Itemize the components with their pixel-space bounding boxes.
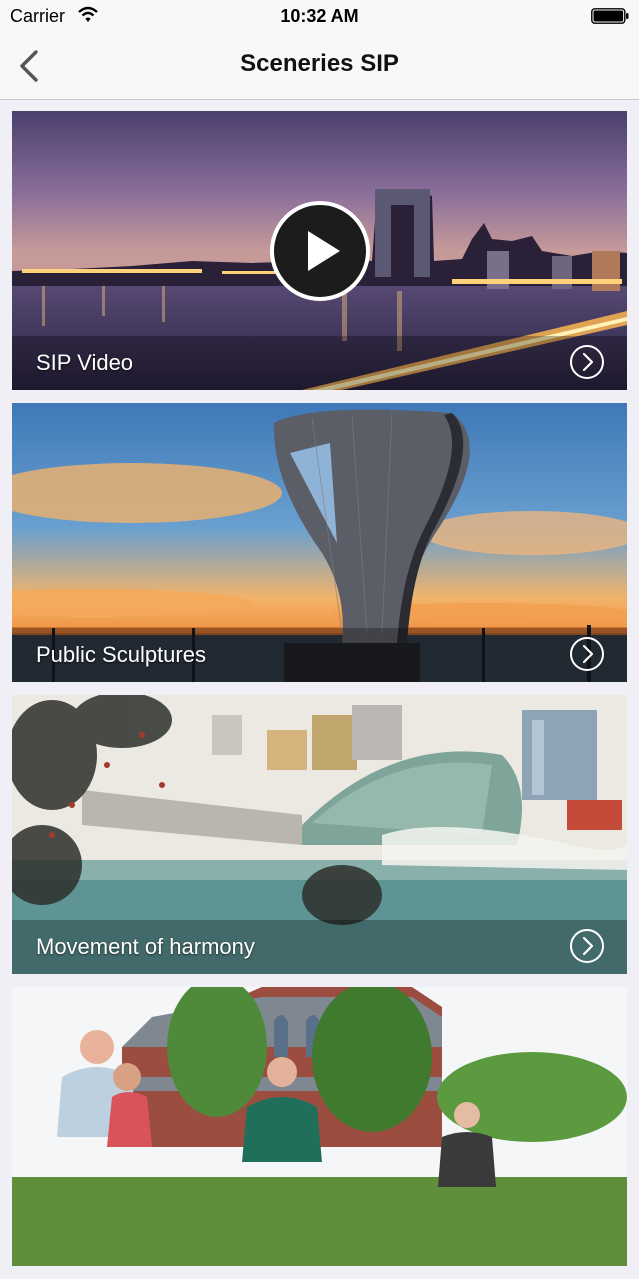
chevron-right-icon[interactable]	[569, 928, 605, 964]
item-title: SIP Video	[36, 350, 134, 375]
list-item-garden[interactable]	[12, 987, 627, 1266]
list-item-movement-of-harmony[interactable]: Movement of harmony	[12, 695, 627, 974]
card-footer: SIP Video	[12, 336, 627, 390]
status-time: 10:32 AM	[280, 6, 359, 26]
chevron-right-icon[interactable]	[569, 636, 605, 672]
card-footer: Public Sculptures	[12, 628, 627, 682]
page-title: Sceneries SIP	[240, 50, 399, 77]
item-title: Public Sculptures	[36, 642, 206, 667]
chevron-right-icon[interactable]	[569, 344, 605, 380]
card-footer: Movement of harmony	[12, 920, 627, 974]
item-title: Movement of harmony	[36, 934, 255, 959]
garden-people-image	[12, 987, 627, 1266]
battery-icon	[591, 8, 629, 24]
list-item-sip-video[interactable]: SIP Video	[12, 111, 627, 390]
play-button-icon[interactable]	[268, 199, 372, 303]
list-item-public-sculptures[interactable]: Public Sculptures	[12, 403, 627, 682]
status-bar: Carrier 10:32 AM	[0, 0, 639, 36]
navigation-bar: Sceneries SIP	[0, 36, 639, 100]
scenery-list: SIP Video Public Sculptures Movement of …	[12, 111, 627, 1279]
